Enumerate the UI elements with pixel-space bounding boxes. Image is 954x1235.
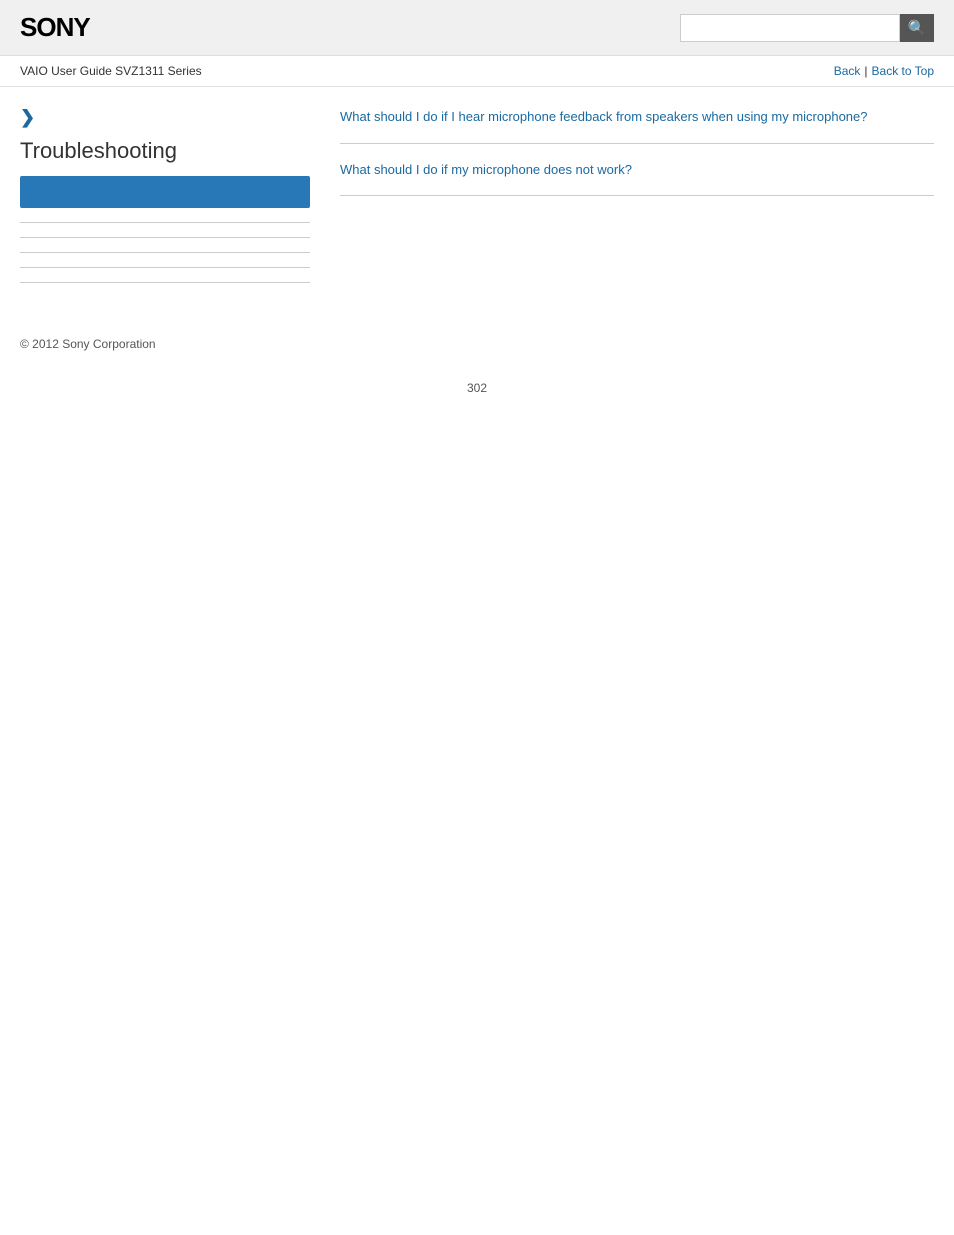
- sidebar: ❯ Troubleshooting: [20, 107, 330, 297]
- sony-logo: SONY: [20, 12, 90, 43]
- search-button[interactable]: 🔍: [900, 14, 934, 42]
- copyright-text: © 2012 Sony Corporation: [20, 337, 156, 351]
- topic-divider-2: [340, 195, 934, 196]
- nav-bar: VAIO User Guide SVZ1311 Series Back | Ba…: [0, 56, 954, 87]
- nav-links: Back | Back to Top: [834, 64, 934, 78]
- sidebar-divider-1: [20, 222, 310, 223]
- page-header: SONY 🔍: [0, 0, 954, 56]
- nav-separator: |: [864, 64, 867, 78]
- topic-link-2[interactable]: What should I do if my microphone does n…: [340, 160, 934, 180]
- sidebar-divider-2: [20, 237, 310, 238]
- sidebar-divider-4: [20, 267, 310, 268]
- footer: © 2012 Sony Corporation: [0, 317, 954, 361]
- main-content: What should I do if I hear microphone fe…: [330, 107, 934, 297]
- search-icon: 🔍: [908, 19, 927, 37]
- back-to-top-link[interactable]: Back to Top: [872, 64, 934, 78]
- sidebar-divider-5: [20, 282, 310, 283]
- search-input[interactable]: [680, 14, 900, 42]
- guide-title: VAIO User Guide SVZ1311 Series: [20, 64, 202, 78]
- topic-divider: [340, 143, 934, 144]
- sidebar-active-item[interactable]: [20, 176, 310, 208]
- sidebar-title: Troubleshooting: [20, 138, 310, 164]
- chevron-icon: ❯: [20, 107, 310, 128]
- sidebar-divider-3: [20, 252, 310, 253]
- back-link[interactable]: Back: [834, 64, 861, 78]
- topic-link-1[interactable]: What should I do if I hear microphone fe…: [340, 107, 934, 127]
- content-area: ❯ Troubleshooting What should I do if I …: [0, 87, 954, 317]
- search-area: 🔍: [680, 14, 934, 42]
- page-number: 302: [0, 361, 954, 425]
